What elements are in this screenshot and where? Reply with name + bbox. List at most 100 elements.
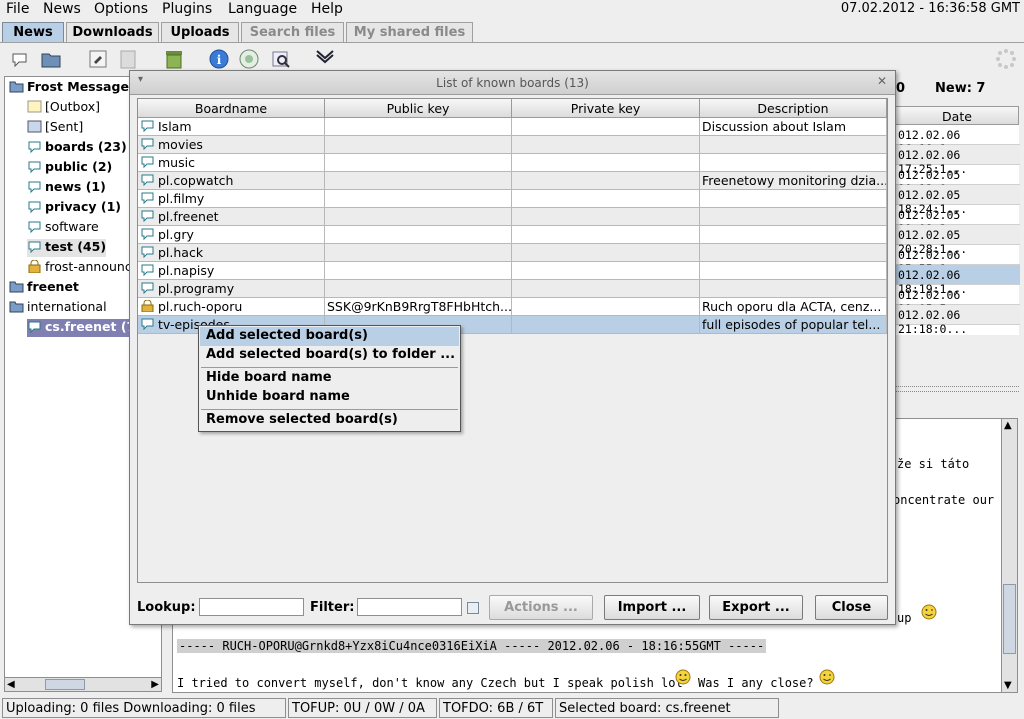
tree-item-public[interactable]: public (2) xyxy=(27,159,112,177)
cell-description[interactable]: Discussion about Islam xyxy=(700,118,887,136)
cell-description[interactable] xyxy=(700,154,887,172)
menu-add-selected-boards[interactable]: Add selected board(s) xyxy=(200,327,459,346)
menu-plugins[interactable]: Plugins xyxy=(162,1,212,17)
menu-hide-board-name[interactable]: Hide board name xyxy=(200,369,459,388)
table-row[interactable]: Islam Discussion about Islam xyxy=(138,118,887,136)
trash-icon[interactable] xyxy=(163,48,185,70)
cell-boardname[interactable]: pl.programy xyxy=(138,280,325,298)
cell-boardname[interactable]: pl.freenet xyxy=(138,208,325,226)
cell-boardname[interactable]: pl.copwatch xyxy=(138,172,325,190)
cell-private-key[interactable] xyxy=(512,298,700,316)
tree-item-frost-announce[interactable]: frost-announc xyxy=(27,259,132,277)
date-cell[interactable]: 012.02.06 16:18:1... xyxy=(896,125,1020,156)
tree-folder-freenet[interactable]: freenet xyxy=(9,279,79,297)
cell-private-key[interactable] xyxy=(512,154,700,172)
cell-public-key[interactable] xyxy=(325,154,512,172)
cell-private-key[interactable] xyxy=(512,208,700,226)
cell-public-key[interactable] xyxy=(325,226,512,244)
date-cell[interactable]: 012.02.06 19:05:5... xyxy=(896,285,1020,316)
lookup-input[interactable] xyxy=(199,598,304,616)
tree-item-news[interactable]: news (1) xyxy=(27,179,106,197)
cell-boardname[interactable]: pl.ruch-oporu xyxy=(138,298,325,316)
cell-boardname[interactable]: pl.napisy xyxy=(138,262,325,280)
tab-news[interactable]: News xyxy=(2,22,64,42)
scroll-right-icon[interactable]: ▶ xyxy=(151,679,159,690)
cell-description[interactable] xyxy=(700,280,887,298)
cell-boardname[interactable]: pl.filmy xyxy=(138,190,325,208)
table-row[interactable]: pl.ruch-oporu SSK@9rKnB9RrgT8FHbHtch... Ru… xyxy=(138,298,887,316)
filter-checkbox[interactable] xyxy=(467,602,479,614)
table-row[interactable]: pl.napisy xyxy=(138,262,887,280)
cell-private-key[interactable] xyxy=(512,244,700,262)
cell-public-key[interactable] xyxy=(325,280,512,298)
date-cell[interactable]: 012.02.06 15:55:1... xyxy=(896,245,1020,276)
cell-description[interactable] xyxy=(700,136,887,154)
import-button[interactable]: Import ... xyxy=(604,595,700,620)
table-row[interactable]: pl.hack xyxy=(138,244,887,262)
table-row[interactable]: pl.freenet xyxy=(138,208,887,226)
cell-boardname[interactable]: music xyxy=(138,154,325,172)
cell-description[interactable]: Ruch oporu dla ACTA, cenz... xyxy=(700,298,887,316)
scrollbar-thumb[interactable] xyxy=(45,679,85,690)
column-header-description[interactable]: Description xyxy=(700,99,887,118)
date-cell-selected[interactable]: 012.02.06 18:19:1... xyxy=(896,265,1020,296)
menu-language[interactable]: Language xyxy=(228,1,297,17)
search-icon[interactable] xyxy=(270,48,292,70)
tab-uploads[interactable]: Uploads xyxy=(161,22,239,42)
table-row[interactable]: pl.filmy xyxy=(138,190,887,208)
cell-private-key[interactable] xyxy=(512,262,700,280)
new-message-icon[interactable] xyxy=(10,48,32,70)
cell-public-key[interactable] xyxy=(325,136,512,154)
tree-item-test[interactable]: test (45) xyxy=(27,239,107,257)
menu-help[interactable]: Help xyxy=(311,1,343,17)
scroll-down-icon[interactable]: ▼ xyxy=(1004,680,1012,691)
cell-description[interactable]: Freenetowy monitoring dzia... xyxy=(700,172,887,190)
menu-news[interactable]: News xyxy=(43,1,81,17)
export-button[interactable]: Export ... xyxy=(709,595,803,620)
date-cell[interactable]: 012.02.06 21:18:0... xyxy=(896,305,1020,336)
folder-icon[interactable] xyxy=(40,48,62,70)
table-row[interactable]: pl.copwatch Freenetowy monitoring dzia... xyxy=(138,172,887,190)
cell-private-key[interactable] xyxy=(512,118,700,136)
menu-file[interactable]: File xyxy=(6,1,29,17)
cell-private-key[interactable] xyxy=(512,172,700,190)
date-cell[interactable]: 012.02.05 20:28:1... xyxy=(896,225,1020,256)
info-icon[interactable]: i xyxy=(208,48,230,70)
cell-private-key[interactable] xyxy=(512,280,700,298)
date-cell[interactable]: 012.02.06 17:25:1... xyxy=(896,145,1020,176)
cell-private-key[interactable] xyxy=(512,190,700,208)
scroll-up-icon[interactable]: ▲ xyxy=(1004,420,1012,431)
cell-public-key[interactable] xyxy=(325,172,512,190)
menu-remove-selected-boards[interactable]: Remove selected board(s) xyxy=(200,411,459,430)
refresh-icon[interactable] xyxy=(238,48,260,70)
check-down-icon[interactable] xyxy=(314,48,336,70)
tree-item-boards[interactable]: boards (23) xyxy=(27,139,127,157)
cell-description[interactable] xyxy=(700,262,887,280)
message-vertical-scrollbar[interactable]: ▲ ▼ xyxy=(1001,418,1018,693)
filter-input[interactable] xyxy=(357,598,462,616)
cell-public-key[interactable] xyxy=(325,190,512,208)
cell-public-key[interactable]: SSK@9rKnB9RrgT8FHbHtch... xyxy=(325,298,512,316)
cell-boardname[interactable]: pl.hack xyxy=(138,244,325,262)
cell-description[interactable] xyxy=(700,208,887,226)
document-icon[interactable] xyxy=(117,48,139,70)
tree-item-software[interactable]: software xyxy=(27,219,99,237)
cell-private-key[interactable] xyxy=(512,226,700,244)
close-button[interactable]: Close xyxy=(815,595,888,620)
cell-boardname[interactable]: movies xyxy=(138,136,325,154)
scrollbar-thumb[interactable] xyxy=(1003,584,1016,654)
tree-folder-international[interactable]: international xyxy=(9,299,107,317)
actions-button[interactable]: Actions ... xyxy=(489,595,593,620)
date-column-header[interactable]: Date xyxy=(895,106,1019,125)
menu-add-selected-boards-to-folder[interactable]: Add selected board(s) to folder ... xyxy=(200,346,459,365)
table-row[interactable]: movies xyxy=(138,136,887,154)
close-icon[interactable]: ✕ xyxy=(877,74,887,88)
cell-description[interactable] xyxy=(700,244,887,262)
tree-item-privacy[interactable]: privacy (1) xyxy=(27,199,121,217)
tab-search-files[interactable]: Search files xyxy=(241,22,344,42)
column-header-boardname[interactable]: Boardname xyxy=(138,99,325,118)
cell-private-key[interactable] xyxy=(512,316,700,334)
cell-description[interactable] xyxy=(700,190,887,208)
cell-private-key[interactable] xyxy=(512,136,700,154)
cell-public-key[interactable] xyxy=(325,208,512,226)
